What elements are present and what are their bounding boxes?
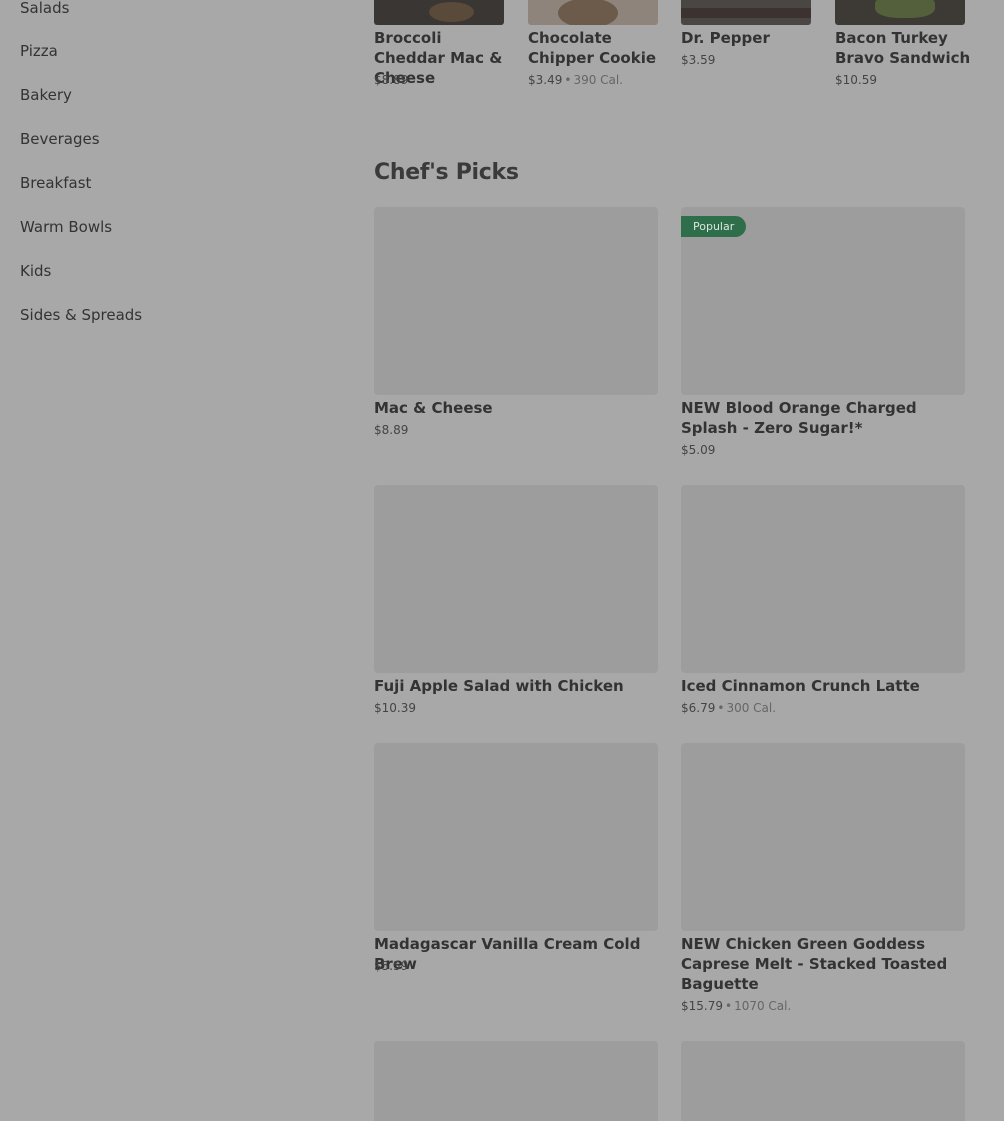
- product-name: Mac & Cheese: [374, 399, 493, 417]
- product-meta: $8.89: [374, 423, 408, 437]
- separator-dot: •: [717, 701, 725, 715]
- product-meta: $5.59: [374, 959, 408, 973]
- sidebar-item-pizza[interactable]: Pizza: [20, 42, 58, 60]
- product-meta: $5.09: [681, 443, 715, 457]
- product-image: [528, 0, 658, 25]
- product-name: NEW Chicken Green Goddess Caprese Melt -…: [681, 935, 948, 993]
- product-meta: $3.59: [681, 53, 715, 67]
- product-price: $6.79: [681, 701, 716, 715]
- product-image: [374, 743, 658, 931]
- product-price: $10.39: [374, 701, 416, 715]
- sidebar-item-kids[interactable]: Kids: [20, 262, 51, 280]
- product-price: $3.59: [681, 53, 716, 67]
- product-calories: 300 Cal.: [726, 701, 777, 715]
- sidebar-item-salads[interactable]: Salads: [20, 0, 69, 17]
- product-name: NEW Blood Orange Charged Splash - Zero S…: [681, 399, 917, 437]
- separator-dot: •: [564, 73, 572, 87]
- product-image: [374, 0, 504, 25]
- product-name: Chocolate Chipper Cookie: [528, 29, 657, 67]
- product-meta: $8.89: [374, 73, 408, 87]
- product-price: $5.59: [374, 959, 409, 973]
- product-meta: $10.39: [374, 701, 416, 715]
- product-meta: $10.59: [835, 73, 877, 87]
- product-image: [681, 743, 965, 931]
- product-meta: $6.79 • 300 Cal.: [681, 701, 776, 715]
- sidebar-item-sides-spreads[interactable]: Sides & Spreads: [20, 306, 142, 324]
- product-price: $15.79: [681, 999, 723, 1013]
- sidebar-item-beverages[interactable]: Beverages: [20, 130, 100, 148]
- product-name: Bacon Turkey Bravo Sandwich: [835, 29, 971, 67]
- product-name: Dr. Pepper: [681, 29, 770, 47]
- product-meta: $15.79 • 1070 Cal.: [681, 999, 791, 1013]
- separator-dot: •: [725, 999, 733, 1013]
- product-image: [374, 485, 658, 673]
- product-price: $10.59: [835, 73, 877, 87]
- product-image: [681, 1041, 965, 1121]
- sidebar-item-bakery[interactable]: Bakery: [20, 86, 72, 104]
- product-image: [681, 0, 811, 25]
- product-name: Fuji Apple Salad with Chicken: [374, 677, 624, 695]
- product-name: Madagascar Vanilla Cream Cold Brew: [374, 935, 641, 973]
- popular-badge: Popular: [681, 216, 747, 237]
- product-price: $8.89: [374, 73, 409, 87]
- product-image: [374, 207, 658, 395]
- product-image: Popular: [681, 207, 965, 395]
- product-meta: $3.49 • 390 Cal.: [528, 73, 623, 87]
- product-image: [835, 0, 965, 25]
- sidebar-item-breakfast[interactable]: Breakfast: [20, 174, 91, 192]
- product-image: [681, 485, 965, 673]
- product-calories: 390 Cal.: [573, 73, 624, 87]
- product-calories: 1070 Cal.: [734, 999, 792, 1013]
- product-image: [374, 1041, 658, 1121]
- section-title: Chef's Picks: [374, 160, 519, 185]
- product-name: Iced Cinnamon Crunch Latte: [681, 677, 920, 695]
- product-price: $8.89: [374, 423, 409, 437]
- product-price: $5.09: [681, 443, 716, 457]
- product-price: $3.49: [528, 73, 563, 87]
- sidebar-item-warm-bowls[interactable]: Warm Bowls: [20, 218, 112, 236]
